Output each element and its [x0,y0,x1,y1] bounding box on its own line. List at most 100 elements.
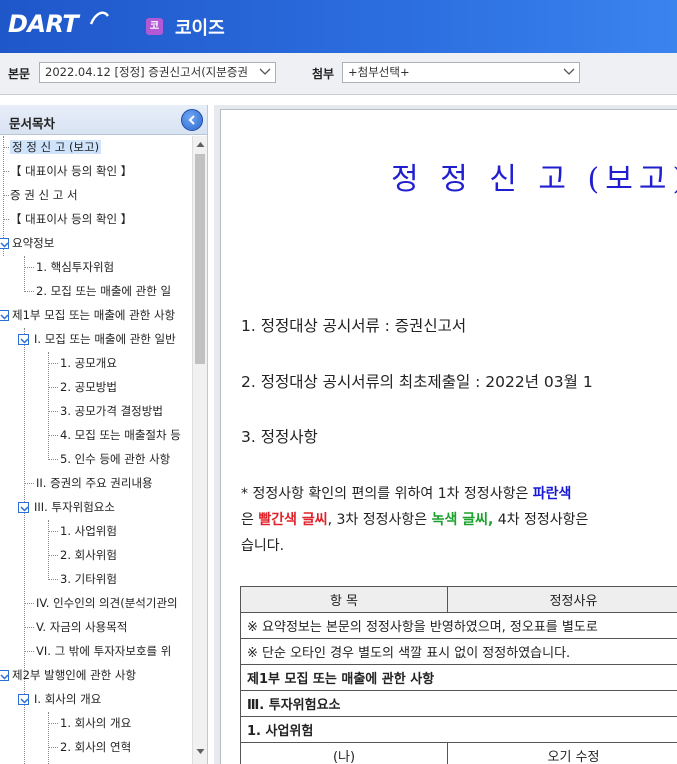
tree-connector [48,723,58,724]
main-label: 본문 [8,67,31,81]
table-note-2: ※ 단순 오타인 경우 별도의 색깔 표시 없이 정정하였습니다. [240,638,677,665]
tree-connector [48,387,58,388]
tree-connector [48,747,58,748]
chevron-left-icon [188,115,195,125]
tree-connector [3,195,9,196]
table-header-reason: 정정사유 [447,586,677,613]
chevron-down-icon [563,68,575,75]
tree-connector [24,603,34,604]
dart-logo[interactable]: DART [8,10,79,38]
tree-connector [48,555,58,556]
expand-toggle[interactable] [0,238,9,249]
green-highlight-text: 녹색 글씨, [431,512,494,528]
toc-item-investor-protection[interactable]: VI. 그 밖에 투자자보호를 위 [36,641,171,661]
company-name: 코이즈 [175,18,225,39]
toc-item-offering-overview[interactable]: 1. 공모개요 [60,353,117,373]
tree-connector [48,712,49,764]
toc-item-other-risk[interactable]: 3. 기타위험 [60,569,117,589]
toc-item-underwriter-opinion[interactable]: IV. 인수인의 의견(분석기관의 [36,593,178,613]
document-page: 정 정 신 고 (보고) 1. 정정대상 공시서류 : 증권신고서 2. 정정대… [220,109,677,764]
toolbar: 본문 2022.04.12 [정정] 증권신고서(지분증권 첨부 +첨부선택+ [0,53,677,95]
correction-items-line: 3. 정정사항 [241,428,318,446]
note-line-1: * 정정사항 확인의 편의를 위하여 1차 정정사항은 파란색 [241,486,572,502]
toc-item-ceo-confirm-1[interactable]: 【 대표이사 등의 확인 】 [10,161,132,181]
tree-connector [24,627,34,628]
toc-tree: 정 정 신 고 (보고) 【 대표이사 등의 확인 】 증 권 신 고 서 【 … [0,136,192,764]
toc-item-price-method[interactable]: 3. 공모가격 결정방법 [60,401,163,421]
chevron-down-icon [20,506,29,512]
toc-item-part2[interactable]: 제2부 발행인에 관한 사항 [12,665,136,685]
correction-table: 항 목 정정사유 ※ 요약정보는 본문의 정정사항을 반영하였으며, 정오표를 … [240,586,677,764]
toc-item-offering-general[interactable]: 2. 모집 또는 매출에 관한 일 [36,281,171,301]
toc-item-correction-report[interactable]: 정 정 신 고 (보고) [10,137,102,157]
toc-item-part1-sec1[interactable]: I. 모집 또는 매출에 관한 일반 [34,329,176,349]
tree-connector [48,531,58,532]
table-cell-item: (나) [240,742,448,764]
toc-item-company-risk[interactable]: 2. 회사위험 [60,545,117,565]
tree-connector [48,363,58,364]
tree-connector [24,256,25,292]
toc-item-part1[interactable]: 제1부 모집 또는 매출에 관한 사항 [12,305,175,325]
toc-item-securities-report[interactable]: 증 권 신 고 서 [10,185,78,205]
table-note-1: ※ 요약정보는 본문의 정정사항을 반영하였으며, 정오표를 별도로 [240,612,677,639]
toc-item-use-of-funds[interactable]: V. 자금의 사용목적 [36,617,127,637]
tree-connector [48,435,58,436]
tree-connector [24,651,34,652]
top-header: DART 코 코이즈 [0,0,677,53]
toc-item-summary[interactable]: 요약정보 [12,233,54,253]
toc-item-ceo-confirm-2[interactable]: 【 대표이사 등의 확인 】 [10,209,132,229]
first-submission-line: 2. 정정대상 공시서류의 최초제출일 : 2022년 03월 1 [241,373,593,391]
collapse-sidebar-button[interactable] [181,109,203,131]
toc-scrollbar[interactable] [192,136,207,764]
tree-connector [3,171,9,172]
toc-item-company-overview-sec[interactable]: I. 회사의 개요 [34,689,101,709]
toc-item-key-risk[interactable]: 1. 핵심투자위험 [36,257,114,277]
attachment-select[interactable]: +첨부선택+ [342,62,580,83]
chevron-down-icon [0,674,9,680]
chevron-down-icon [0,242,9,248]
expand-toggle[interactable] [0,310,9,321]
expand-toggle[interactable] [18,502,29,513]
tree-connector [24,483,34,484]
scroll-down-icon[interactable] [196,747,205,756]
toc-item-rights[interactable]: II. 증권의 주요 권리내용 [36,473,153,493]
table-section-part1: 제1부 모집 또는 매출에 관한 사항 [240,664,677,691]
target-document-line: 1. 정정대상 공시서류 : 증권신고서 [241,317,467,335]
expand-toggle[interactable] [0,670,9,681]
red-highlight-text: 빨간색 글씨 [258,512,328,528]
expand-toggle[interactable] [18,694,29,705]
toc-item-offering-procedure[interactable]: 4. 모집 또는 매출절차 등 [60,425,181,445]
toc-item-risk-factors[interactable]: III. 투자위험요소 [34,497,115,517]
attachment-select-value: +첨부선택+ [348,65,410,79]
toc-item-underwriting[interactable]: 5. 인수 등에 관한 사항 [60,449,170,469]
attach-label: 첨부 [312,67,335,81]
tree-connector [24,267,34,268]
tree-connector [48,459,58,460]
main-document-select[interactable]: 2022.04.12 [정정] 증권신고서(지분증권 [39,62,276,83]
tree-connector [48,579,58,580]
tree-connector [3,219,9,220]
toc-item-offering-method[interactable]: 2. 공모방법 [60,377,117,397]
toc-item-company-overview[interactable]: 1. 회사의 개요 [60,713,131,733]
tree-connector [48,520,49,580]
scroll-up-icon[interactable] [196,140,205,149]
main-document-select-value: 2022.04.12 [정정] 증권신고서(지분증권 [45,65,248,79]
logo-swoosh-icon [89,11,110,25]
tree-connector [48,411,58,412]
chevron-down-icon [20,698,29,704]
blue-highlight-text: 파란색 [532,486,572,502]
toc-item-company-history[interactable]: 2. 회사의 연혁 [60,737,131,757]
document-title: 정 정 신 고 (보고) [391,162,677,197]
scroll-thumb[interactable] [195,154,205,364]
toc-sidebar: 문서목차 정 정 신 고 (보고) 【 대표이사 등의 확인 】 증 권 신 고… [0,105,208,764]
tree-connector [24,291,34,292]
tree-connector [48,352,49,460]
document-viewer: 정 정 신 고 (보고) 1. 정정대상 공시서류 : 증권신고서 2. 정정대… [214,105,677,764]
tree-connector [3,147,9,148]
toc-header: 문서목차 [0,105,207,135]
toc-title: 문서목차 [9,116,56,131]
note-line-3: 습니다. [241,538,285,554]
expand-toggle[interactable] [18,334,29,345]
toc-item-business-risk[interactable]: 1. 사업위험 [60,521,117,541]
chevron-down-icon [0,314,9,320]
